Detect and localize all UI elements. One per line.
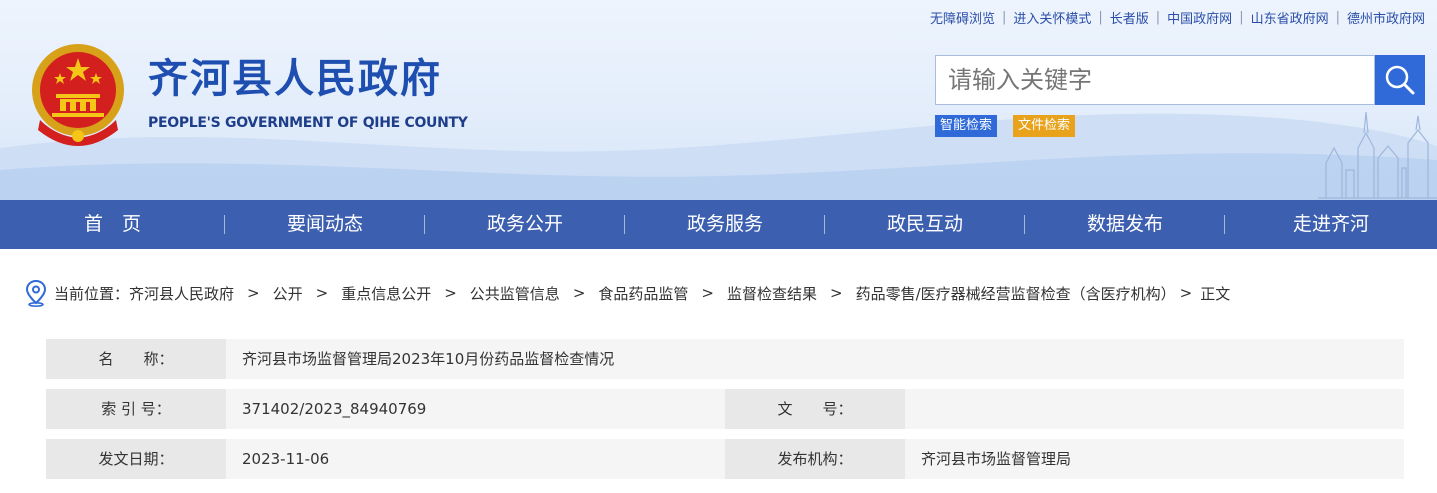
nav-label: 数据发布 (1086, 213, 1163, 235)
document-info-table: 名 称： 齐河县市场监督管理局2023年10月份药品监督检查情况 索 引 号： … (46, 339, 1404, 489)
main-nav: 首 页 要闻动态 政务公开 政务服务 政民互动 数据发布 走进齐河 (0, 200, 1437, 249)
breadcrumb-separator: > (830, 284, 843, 302)
search-input[interactable] (936, 56, 1374, 104)
doc-number-label: 文 号： (725, 389, 905, 429)
breadcrumb-separator: > (572, 284, 586, 302)
breadcrumb-prefix: 当前位置： (54, 284, 130, 303)
national-emblem-icon (32, 44, 124, 146)
doc-number-value (905, 389, 1404, 429)
top-link-separator: | (1098, 10, 1103, 25)
location-pin-icon (25, 279, 47, 307)
nav-label: 政务服务 (686, 213, 763, 235)
search-box (935, 55, 1375, 105)
nav-label: 首 页 (83, 213, 141, 235)
name-label: 名 称： (46, 339, 226, 379)
index-value: 371402/2023_84940769 (226, 389, 725, 429)
top-link-separator: | (1335, 10, 1340, 25)
date-value: 2023-11-06 (226, 439, 725, 479)
nav-label: 政民互动 (886, 213, 963, 235)
publisher-label: 发布机构： (725, 439, 905, 479)
dezhou-gov-link[interactable]: 德州市政府网 (1347, 8, 1425, 27)
publisher-value: 齐河县市场监督管理局 (905, 439, 1404, 479)
breadcrumb-separator: > (701, 284, 714, 302)
nav-label: 政务公开 (486, 213, 563, 235)
breadcrumb-separator: > (247, 284, 260, 302)
info-row-name: 名 称： 齐河县市场监督管理局2023年10月份药品监督检查情况 (46, 339, 1404, 379)
top-link-separator: | (1001, 10, 1007, 25)
breadcrumb-item[interactable]: 食品药品监管 (598, 283, 688, 304)
info-row-index: 索 引 号： 371402/2023_84940769 文 号： (46, 389, 1404, 429)
info-row-date: 发文日期： 2023-11-06 发布机构： 齐河县市场监督管理局 (46, 439, 1404, 479)
breadcrumb-item[interactable]: 重点信息公开 (341, 283, 431, 304)
site-header: 无障碍浏览 | 进入关怀模式 | 长者版 | 中国政府网 | 山东省政府网 | … (0, 0, 1437, 200)
breadcrumb-item[interactable]: 监督检查结果 (727, 283, 817, 304)
breadcrumb-item[interactable]: 公开 (273, 283, 303, 304)
file-search-button[interactable]: 文件检索 (1013, 115, 1076, 137)
nav-news[interactable]: 要闻动态 (225, 200, 425, 249)
breadcrumb-separator: > (444, 284, 457, 302)
care-mode-link[interactable]: 进入关怀模式 (1013, 8, 1091, 27)
breadcrumb-item[interactable]: 齐河县人民政府 (129, 283, 234, 304)
elder-version-link[interactable]: 长者版 (1110, 8, 1149, 27)
breadcrumb-item[interactable]: 药品零售/医疗器械经营监督检查（含医疗机构） (856, 283, 1176, 304)
index-label: 索 引 号： (46, 389, 226, 429)
search-icon (1385, 65, 1415, 95)
smart-search-button[interactable]: 智能检索 (935, 115, 998, 137)
top-link-separator: | (1239, 10, 1244, 25)
nav-label: 要闻动态 (286, 213, 363, 235)
nav-gov-open[interactable]: 政务公开 (425, 200, 625, 249)
nav-interaction[interactable]: 政民互动 (825, 200, 1025, 249)
name-value: 齐河县市场监督管理局2023年10月份药品监督检查情况 (226, 339, 1404, 379)
china-gov-link[interactable]: 中国政府网 (1167, 8, 1232, 27)
site-title: 齐河县人民政府 (148, 56, 442, 102)
landmark-building-decoration (1318, 111, 1437, 199)
breadcrumb-item[interactable]: 公共监管信息 (470, 283, 560, 304)
breadcrumb-current: 正文 (1200, 284, 1231, 303)
breadcrumb-separator: > (1179, 284, 1193, 302)
breadcrumb-separator: > (315, 284, 329, 302)
top-link-separator: | (1155, 10, 1161, 25)
nav-gov-service[interactable]: 政务服务 (625, 200, 825, 249)
breadcrumb: 当前位置： 齐河县人民政府 > 公开 > 重点信息公开 > 公共监管信息 > 食… (24, 279, 1230, 307)
site-title-english: PEOPLE'S GOVERNMENT OF QIHE COUNTY (148, 115, 468, 131)
nav-data-release[interactable]: 数据发布 (1025, 200, 1225, 249)
date-label: 发文日期： (46, 439, 226, 479)
nav-home[interactable]: 首 页 (0, 200, 225, 249)
nav-about-qihe[interactable]: 走进齐河 (1225, 200, 1437, 249)
accessibility-link[interactable]: 无障碍浏览 (930, 8, 995, 27)
search-button[interactable] (1375, 55, 1425, 105)
top-links: 无障碍浏览 | 进入关怀模式 | 长者版 | 中国政府网 | 山东省政府网 | … (930, 8, 1425, 27)
nav-label: 走进齐河 (1292, 213, 1369, 235)
shandong-gov-link[interactable]: 山东省政府网 (1251, 8, 1329, 27)
